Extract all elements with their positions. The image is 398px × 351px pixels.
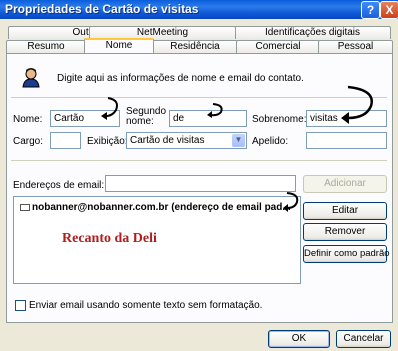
watermark-text: Recanto da Deli <box>62 231 157 246</box>
edit-button[interactable]: Editar <box>303 202 387 220</box>
set-default-button[interactable]: Definir como padrão <box>303 245 390 263</box>
plain-text-checkbox-label: Enviar email usando somente texto sem fo… <box>29 300 263 311</box>
help-button[interactable]: ? <box>361 1 380 19</box>
close-button[interactable]: X <box>380 1 398 19</box>
job-title-input[interactable] <box>50 132 81 149</box>
divider <box>11 97 387 98</box>
divider <box>11 160 387 161</box>
email-label: Endereços de email: <box>13 180 105 191</box>
title-bar[interactable]: Propriedades de Cartão de visitas ? X <box>0 0 398 19</box>
curved-arrow-icon <box>341 85 373 124</box>
email-entry: nobanner@nobanner.com.br (endereço de em… <box>32 202 291 213</box>
tab-nome[interactable]: Nome <box>84 38 154 53</box>
tab-comercial[interactable]: Comercial <box>236 40 320 53</box>
person-icon <box>20 66 42 88</box>
window-title: Propriedades de Cartão de visitas <box>5 2 199 16</box>
nickname-input[interactable] <box>306 132 387 149</box>
tab-identificacoes-digitais[interactable]: Identificações digitais <box>234 26 391 39</box>
last-name-label: Sobrenome: <box>252 114 307 125</box>
remove-button[interactable]: Remover <box>303 223 387 241</box>
first-name-label: Nome: <box>13 114 43 125</box>
middle-name-label: Segundo nome: <box>126 107 166 127</box>
curved-arrow-icon <box>101 97 118 120</box>
tab-resumo[interactable]: Resumo <box>6 40 86 53</box>
add-email-button[interactable]: Adicionar <box>303 175 387 193</box>
nickname-label: Apelido: <box>252 136 289 147</box>
curved-arrow-icon <box>283 192 299 212</box>
email-input[interactable] <box>105 175 296 192</box>
chevron-down-icon[interactable]: ▼ <box>232 134 245 147</box>
job-title-label: Cargo: <box>13 136 44 147</box>
middle-name-label-line2: nome: <box>126 116 154 127</box>
curved-arrow-icon <box>207 103 223 118</box>
envelope-icon <box>20 204 30 211</box>
cancel-button[interactable]: Cancelar <box>336 330 391 348</box>
display-label: Exibição: <box>87 136 128 147</box>
display-select[interactable]: Cartão de visitas ▼ <box>126 132 247 149</box>
ok-button[interactable]: OK <box>268 330 330 348</box>
intro-text: Digite aqui as informações de nome e ema… <box>57 73 304 84</box>
plain-text-checkbox[interactable] <box>15 300 26 311</box>
tab-residencia[interactable]: Residência <box>152 40 238 53</box>
display-select-value: Cartão de visitas <box>130 135 205 146</box>
tab-pessoal[interactable]: Pessoal <box>318 40 393 53</box>
